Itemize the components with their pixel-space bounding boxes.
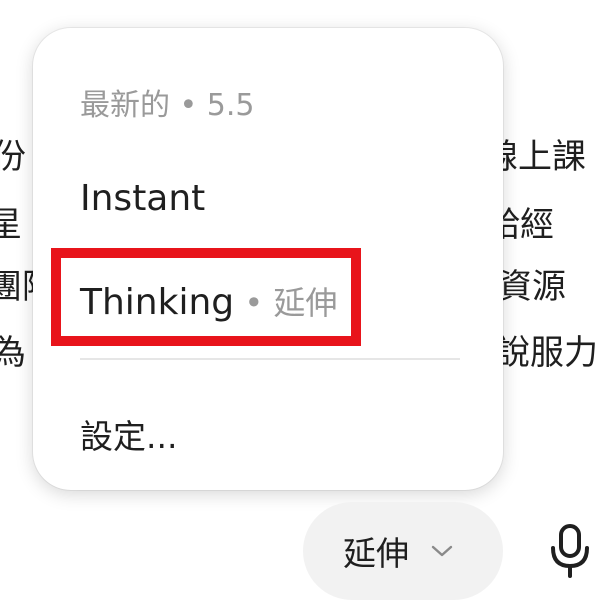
mode-selector-label: 延伸 bbox=[343, 534, 409, 573]
background-text-left-2: 星 bbox=[0, 205, 22, 245]
menu-item-instant[interactable]: Instant bbox=[80, 178, 205, 219]
background-text-left-1: 份 bbox=[0, 137, 26, 177]
background-text-left-5: 。 bbox=[0, 396, 14, 430]
microphone-icon[interactable] bbox=[545, 522, 595, 582]
menu-item-thinking-sub: • 延伸 bbox=[234, 284, 338, 322]
menu-item-thinking[interactable]: Thinking • 延伸 bbox=[80, 278, 337, 324]
chevron-down-icon bbox=[431, 545, 453, 557]
mode-selector-button[interactable]: 延伸 bbox=[303, 502, 503, 600]
background-text-right-3: 資源 bbox=[498, 267, 566, 307]
menu-item-settings[interactable]: 設定... bbox=[80, 410, 177, 458]
menu-item-thinking-label: Thinking bbox=[80, 282, 235, 323]
menu-item-instant-label: Instant bbox=[80, 178, 206, 219]
menu-divider bbox=[80, 358, 460, 360]
menu-item-settings-label: 設定... bbox=[80, 417, 178, 456]
background-text-left-4: 為 bbox=[0, 333, 26, 373]
background-text-right-4: 說服力 bbox=[496, 333, 598, 373]
menu-header: 最新的 • 5.5 bbox=[80, 88, 255, 123]
model-menu-popup: 最新的 • 5.5 Instant Thinking • 延伸 設定... bbox=[33, 28, 503, 490]
